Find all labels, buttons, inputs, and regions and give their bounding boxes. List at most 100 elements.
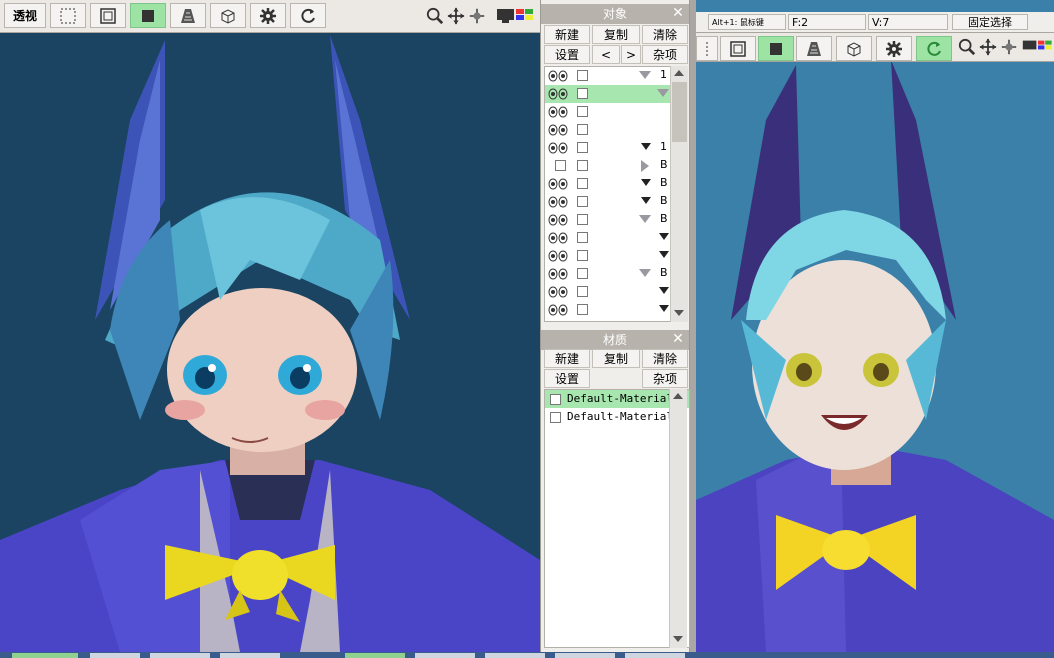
fixed-select-button[interactable]: 固定选择 [952, 14, 1028, 30]
scroll-up-icon[interactable] [674, 70, 684, 76]
object-row-3[interactable] [545, 103, 670, 121]
object-panel-close-icon[interactable]: ✕ [670, 5, 686, 21]
material-misc-button[interactable]: 杂项 [642, 369, 688, 388]
visibility-eye-icon[interactable] [548, 88, 568, 100]
visibility-eye-icon[interactable] [548, 196, 568, 208]
object-checkbox[interactable] [577, 142, 588, 153]
taskbar-item[interactable] [485, 653, 545, 658]
object-checkbox[interactable] [577, 268, 588, 279]
expand-open-icon[interactable] [657, 89, 669, 97]
visibility-eye-icon[interactable] [548, 124, 568, 136]
object-hidden-checkbox[interactable] [555, 160, 566, 171]
material-checkbox[interactable] [550, 412, 561, 423]
expand-filled-icon[interactable] [659, 251, 669, 258]
object-checkbox[interactable] [577, 124, 588, 135]
expand-filled-icon[interactable] [641, 143, 651, 150]
expand-filled-icon[interactable] [641, 179, 651, 186]
rotate-button[interactable] [290, 3, 326, 28]
object-row-9[interactable]: B [545, 211, 670, 229]
object-row-6[interactable]: B [545, 157, 670, 175]
pan-icon[interactable] [979, 38, 997, 56]
frame-button[interactable] [720, 36, 756, 61]
object-row-11[interactable] [545, 247, 670, 265]
solid-mode-button[interactable] [758, 36, 794, 61]
object-next-button[interactable]: > [621, 45, 641, 64]
object-scroll-thumb[interactable] [672, 82, 687, 142]
visibility-eye-icon[interactable] [548, 286, 568, 298]
rotate-view-icon[interactable] [1000, 38, 1018, 56]
object-row-13[interactable] [545, 283, 670, 301]
material-item[interactable]: Default-Material [545, 390, 689, 408]
settings-button[interactable] [250, 3, 286, 28]
taskbar-item[interactable] [625, 653, 685, 658]
object-copy-button[interactable]: 复制 [592, 25, 640, 44]
view-mode-label[interactable]: 透视 [4, 3, 46, 28]
pan-icon[interactable] [447, 7, 465, 25]
object-checkbox[interactable] [577, 304, 588, 315]
material-checkbox[interactable] [550, 394, 561, 405]
object-settings-button[interactable]: 设置 [544, 45, 590, 64]
object-checkbox[interactable] [577, 214, 588, 225]
object-list-scrollbar[interactable] [670, 66, 688, 322]
object-row-2[interactable] [545, 85, 670, 103]
zoom-icon[interactable] [958, 38, 976, 56]
object-checkbox[interactable] [577, 160, 588, 171]
object-misc-button[interactable]: 杂项 [642, 45, 688, 64]
taskbar-item[interactable] [555, 653, 615, 658]
monitor-icon[interactable] [1022, 39, 1054, 55]
material-settings-button[interactable]: 设置 [544, 369, 590, 388]
material-clear-button[interactable]: 清除 [642, 349, 688, 368]
visibility-eye-icon[interactable] [548, 250, 568, 262]
wire-cube-button[interactable] [836, 36, 872, 61]
visibility-eye-icon[interactable] [548, 70, 568, 82]
expand-filled-icon[interactable] [659, 233, 669, 240]
rotate-button[interactable] [916, 36, 952, 61]
object-checkbox[interactable] [577, 70, 588, 81]
expand-open-icon[interactable] [639, 71, 651, 79]
material-panel-close-icon[interactable]: ✕ [670, 331, 686, 347]
texture-mode-button[interactable] [796, 36, 832, 61]
object-checkbox[interactable] [577, 106, 588, 117]
solid-mode-button[interactable] [130, 3, 166, 28]
object-checkbox[interactable] [577, 196, 588, 207]
taskbar-item[interactable] [415, 653, 475, 658]
object-new-button[interactable]: 新建 [544, 25, 590, 44]
right-viewport[interactable] [696, 0, 1054, 652]
material-new-button[interactable]: 新建 [544, 349, 590, 368]
expand-filled-icon[interactable] [659, 287, 669, 294]
wire-cube-button[interactable] [210, 3, 246, 28]
object-row-14[interactable] [545, 301, 670, 319]
object-row-10[interactable] [545, 229, 670, 247]
taskbar-item[interactable] [90, 653, 140, 658]
object-row-12[interactable]: B [545, 265, 670, 283]
frame-button[interactable] [90, 3, 126, 28]
monitor-icon[interactable] [496, 8, 536, 26]
object-row-7[interactable]: B [545, 175, 670, 193]
move-view-button[interactable] [696, 36, 718, 61]
object-checkbox[interactable] [577, 250, 588, 261]
visibility-eye-icon[interactable] [548, 178, 568, 190]
material-item[interactable]: Default-Material1 [545, 408, 689, 426]
expand-open-icon[interactable] [639, 215, 651, 223]
object-row-4[interactable] [545, 121, 670, 139]
texture-mode-button[interactable] [170, 3, 206, 28]
expand-open-icon[interactable] [639, 269, 651, 277]
object-checkbox[interactable] [577, 88, 588, 99]
visibility-eye-icon[interactable] [548, 232, 568, 244]
taskbar-item[interactable] [220, 653, 280, 658]
object-checkbox[interactable] [577, 286, 588, 297]
move-view-button[interactable] [50, 3, 86, 28]
rotate-view-icon[interactable] [468, 7, 486, 25]
visibility-eye-icon[interactable] [548, 304, 568, 316]
left-viewport[interactable] [0, 0, 540, 652]
object-checkbox[interactable] [577, 178, 588, 189]
visibility-eye-icon[interactable] [548, 106, 568, 118]
expand-filled-icon[interactable] [659, 305, 669, 312]
expand-filled-icon[interactable] [641, 197, 651, 204]
scroll-down-icon[interactable] [673, 636, 683, 642]
zoom-icon[interactable] [426, 7, 444, 25]
visibility-eye-icon[interactable] [548, 142, 568, 154]
object-row-8[interactable]: B [545, 193, 670, 211]
object-checkbox[interactable] [577, 232, 588, 243]
scroll-down-icon[interactable] [674, 310, 684, 316]
